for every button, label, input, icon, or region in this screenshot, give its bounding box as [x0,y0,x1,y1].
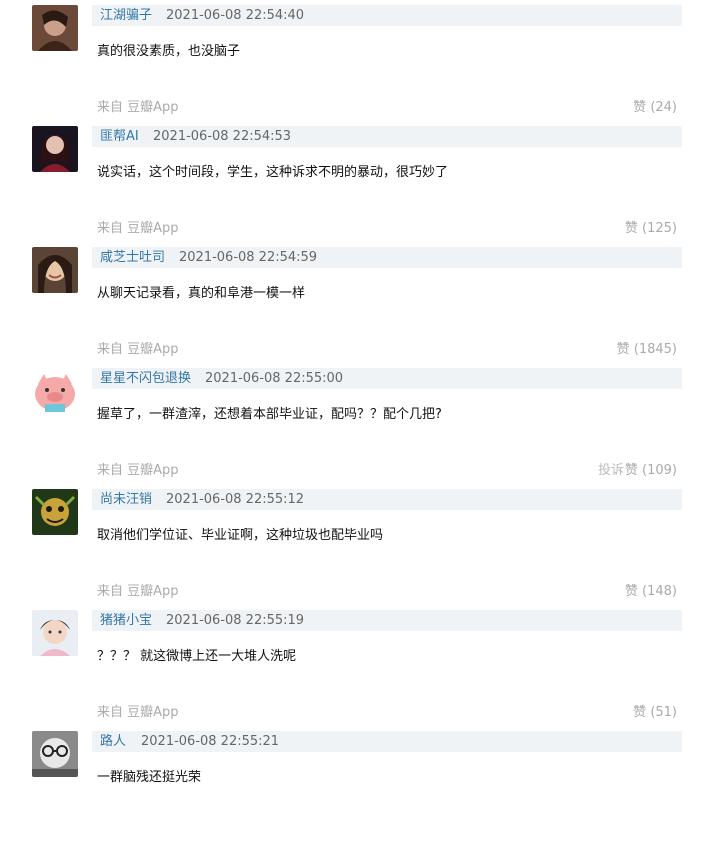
comment-text: 握草了，一群渣滓，还想着本部毕业证，配吗？？配个几把? [97,407,442,422]
comment-time: 2021-06-08 22:55:00 [205,371,344,386]
comment-item: 猪猪小宝 2021-06-08 22:55:19 ？？？ 就这微博上还一大堆人洗… [0,610,708,731]
comment-meta-bar: 咸芝士吐司 2021-06-08 22:54:59 [92,247,682,268]
source-prefix: 来自 [97,705,124,720]
like-count: (125) [642,221,677,236]
comment-item: 星星不闪包退换 2021-06-08 22:55:00 握草了，一群渣滓，还想着… [0,368,708,489]
comment-footer: 来自 豆瓣App 赞 (24) [0,99,708,117]
comment-time: 2021-06-08 22:55:12 [166,492,305,507]
comment-footer: 来自 豆瓣App 投诉 赞 (109) [0,462,708,480]
comment-item: 咸芝士吐司 2021-06-08 22:54:59 从聊天记录看，真的和阜港一模… [0,247,708,368]
comment-footer: 来自 豆瓣App 赞 (1845) [0,341,708,359]
like-count: (148) [642,584,677,599]
comment-source: 来自 豆瓣App [97,583,179,601]
avatar-image [32,489,78,535]
avatar-image [32,247,78,293]
comment-meta-bar: 星星不闪包退换 2021-06-08 22:55:00 [92,368,682,389]
comment-source: 来自 豆瓣App [97,99,179,117]
comment-text: 真的很没素质，也没脑子 [97,44,241,59]
avatar[interactable] [32,126,78,172]
comment-time: 2021-06-08 22:55:21 [141,734,280,749]
like-button[interactable]: 赞 (125) [625,220,677,238]
avatar-image [32,731,78,777]
source-app-link[interactable]: 豆瓣App [127,342,178,357]
source-prefix: 来自 [97,463,124,478]
source-app-link[interactable]: 豆瓣App [127,584,178,599]
like-label: 赞 [624,463,638,478]
like-label: 赞 [633,705,647,720]
like-label: 赞 [633,100,647,115]
avatar[interactable] [32,368,78,414]
comment-time: 2021-06-08 22:54:53 [153,129,292,144]
like-button[interactable]: 赞 (148) [625,583,677,601]
avatar-image [32,610,78,656]
avatar-image [32,368,78,414]
like-label: 赞 [624,584,638,599]
report-button[interactable]: 投诉 [598,462,624,480]
comment-text: 取消他们学位证、毕业证啊，这种垃圾也配毕业吗 [97,528,384,543]
like-count: (51) [650,705,677,720]
comment-item: 江湖骗子 2021-06-08 22:54:40 真的很没素质，也没脑子 来自 … [0,5,708,126]
comment-text: 说实话，这个时间段，学生，这种诉求不明的暴动，很巧妙了 [97,165,449,180]
author-link[interactable]: 江湖骗子 [100,5,152,26]
comment-item: 匪帮AI 2021-06-08 22:54:53 说实话，这个时间段，学生，这种… [0,126,708,247]
comment-footer: 来自 豆瓣App 赞 (51) [0,704,708,722]
comment-source: 来自 豆瓣App [97,704,179,722]
avatar[interactable] [32,247,78,293]
comment-source: 来自 豆瓣App [97,220,179,238]
comment-footer: 来自 豆瓣App 赞 (125) [0,220,708,238]
source-app-link[interactable]: 豆瓣App [127,221,178,236]
avatar-image [32,5,78,51]
comment-text: 从聊天记录看，真的和阜港一模一样 [97,286,306,301]
like-button[interactable]: 赞 (51) [633,704,677,722]
like-label: 赞 [616,342,630,357]
author-link[interactable]: 尚未汪销 [100,489,152,510]
comment-time: 2021-06-08 22:55:19 [166,613,305,628]
source-app-link[interactable]: 豆瓣App [127,705,178,720]
comment-source: 来自 豆瓣App [97,462,179,480]
comment-text: ？？？ 就这微博上还一大堆人洗呢 [97,649,297,664]
comment-item: 路人 2021-06-08 22:55:21 一群脑残还挺光荣 [0,731,708,852]
source-prefix: 来自 [97,221,124,236]
source-app-link[interactable]: 豆瓣App [127,463,178,478]
comment-item: 尚未汪销 2021-06-08 22:55:12 取消他们学位证、毕业证啊，这种… [0,489,708,610]
source-prefix: 来自 [97,100,124,115]
author-link[interactable]: 路人 [100,731,126,752]
like-count: (24) [650,100,677,115]
comment-text: 一群脑残还挺光荣 [97,770,202,785]
avatar[interactable] [32,731,78,777]
comment-meta-bar: 尚未汪销 2021-06-08 22:55:12 [92,489,682,510]
avatar[interactable] [32,5,78,51]
comment-time: 2021-06-08 22:54:59 [179,250,318,265]
author-link[interactable]: 匪帮AI [100,126,139,147]
comment-time: 2021-06-08 22:54:40 [166,8,305,23]
like-label: 赞 [624,221,638,236]
avatar[interactable] [32,610,78,656]
like-button[interactable]: 赞 (24) [633,99,677,117]
author-link[interactable]: 猪猪小宝 [100,610,152,631]
avatar-image [32,126,78,172]
source-prefix: 来自 [97,342,124,357]
comment-meta-bar: 路人 2021-06-08 22:55:21 [92,731,682,752]
comment-meta-bar: 猪猪小宝 2021-06-08 22:55:19 [92,610,682,631]
like-button[interactable]: 赞 (1845) [617,341,677,359]
comment-footer: 来自 豆瓣App 赞 (148) [0,583,708,601]
like-button[interactable]: 赞 (109) [625,462,677,480]
source-prefix: 来自 [97,584,124,599]
comment-meta-bar: 江湖骗子 2021-06-08 22:54:40 [92,5,682,26]
comment-source: 来自 豆瓣App [97,341,179,359]
author-link[interactable]: 星星不闪包退换 [100,368,191,389]
like-count: (109) [642,463,677,478]
source-app-link[interactable]: 豆瓣App [127,100,178,115]
comment-meta-bar: 匪帮AI 2021-06-08 22:54:53 [92,126,682,147]
avatar[interactable] [32,489,78,535]
author-link[interactable]: 咸芝士吐司 [100,247,165,268]
like-count: (1845) [633,342,677,357]
